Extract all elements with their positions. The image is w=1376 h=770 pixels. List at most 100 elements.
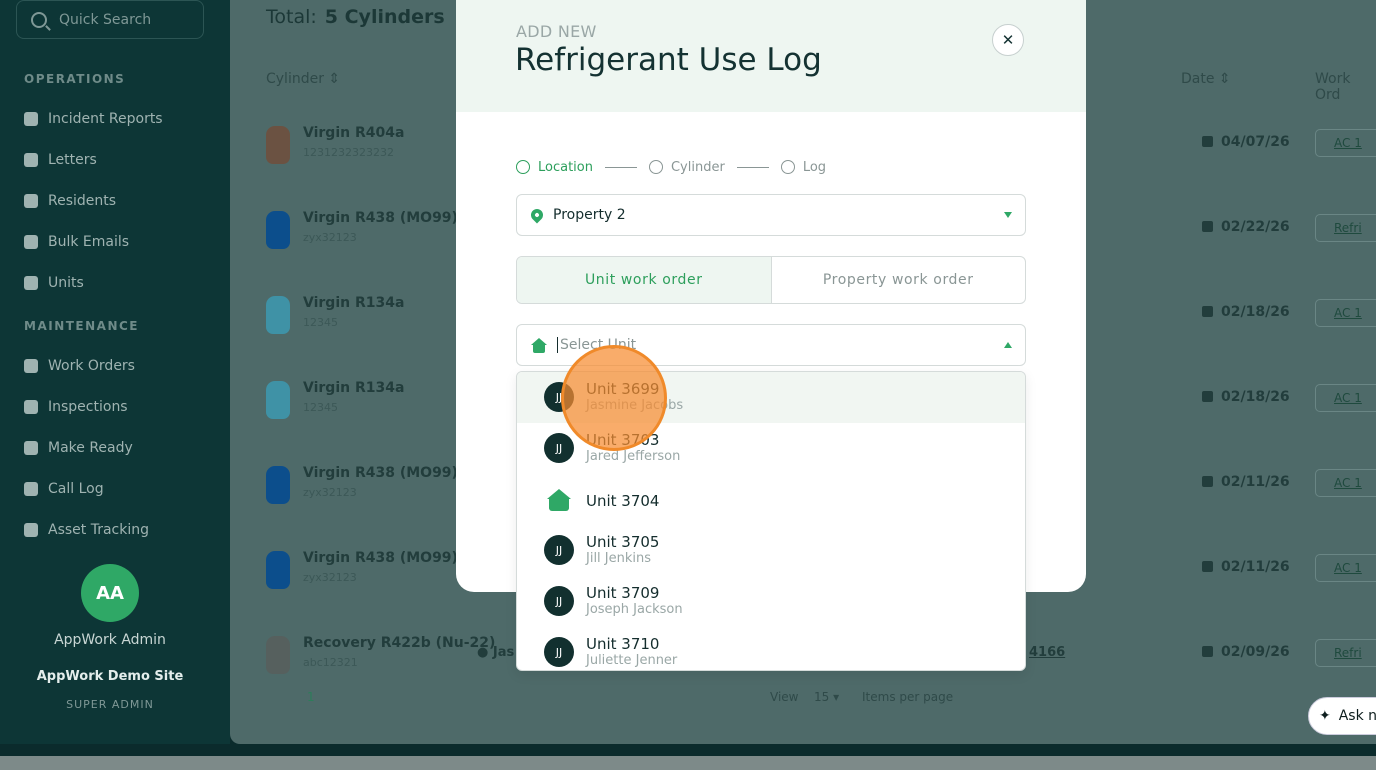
row-date: 02/22/26 bbox=[1202, 219, 1290, 235]
work-order-link[interactable]: AC 1 bbox=[1315, 299, 1376, 327]
sidebar: Quick Search OPERATIONS Incident Reports… bbox=[0, 0, 230, 770]
work-order-link[interactable]: AC 1 bbox=[1315, 469, 1376, 497]
nav-item-inspections[interactable]: Inspections bbox=[24, 399, 128, 415]
step-connector bbox=[604, 166, 637, 168]
work-order-link[interactable]: Refri bbox=[1315, 214, 1376, 242]
nav-item-residents[interactable]: Residents bbox=[24, 193, 116, 209]
total-label: Total: bbox=[266, 6, 317, 28]
cylinder-name: Recovery R422b (Nu-22) bbox=[303, 635, 496, 651]
step-dot-icon bbox=[780, 160, 795, 174]
nav-item-label: Call Log bbox=[48, 481, 104, 497]
letter-icon bbox=[24, 153, 38, 167]
column-header-date[interactable]: Date ⇕ bbox=[1181, 71, 1231, 87]
property-value: Property 2 bbox=[553, 207, 626, 223]
tab-property-work-order[interactable]: Property work order bbox=[772, 257, 1026, 303]
close-icon: ✕ bbox=[1001, 31, 1015, 49]
cylinder-name: Virgin R438 (MO99) bbox=[303, 550, 458, 566]
unit-option-3703[interactable]: JJ Unit 3703 Jared Jefferson bbox=[517, 423, 1025, 474]
view-label: View bbox=[770, 690, 799, 704]
unit-option-title: Unit 3705 bbox=[586, 533, 660, 551]
sort-icon: ⇕ bbox=[1218, 71, 1231, 87]
work-order-link[interactable]: Refri bbox=[1315, 639, 1376, 667]
column-header-label: Date bbox=[1181, 71, 1215, 87]
modal-eyebrow: ADD NEW bbox=[516, 22, 597, 41]
nav-item-units[interactable]: Units bbox=[24, 275, 84, 291]
unit-option-title: Unit 3710 bbox=[586, 635, 660, 653]
search-icon bbox=[31, 11, 47, 28]
location-pin-icon bbox=[528, 206, 546, 224]
cylinder-total: Total: 5 Cylinders bbox=[266, 6, 445, 28]
cylinder-code: 12345 bbox=[303, 316, 338, 329]
row-date: 02/11/26 bbox=[1202, 474, 1290, 490]
ask-assistant-button[interactable]: ✦ Ask n bbox=[1308, 697, 1376, 735]
quick-search-input[interactable]: Quick Search bbox=[16, 0, 204, 39]
unit-option-title: Unit 3699 bbox=[586, 380, 660, 398]
row-number-fragment[interactable]: 4166 bbox=[1029, 645, 1065, 660]
nav-item-letters[interactable]: Letters bbox=[24, 152, 97, 168]
per-page-value: 15 bbox=[814, 690, 830, 704]
cylinder-code: abc12321 bbox=[303, 656, 358, 669]
close-button[interactable]: ✕ bbox=[992, 24, 1024, 56]
step-log: Log bbox=[780, 159, 827, 175]
resident-avatar: JJ bbox=[544, 382, 574, 412]
resident-avatar: JJ bbox=[544, 433, 574, 463]
row-date: 02/11/26 bbox=[1202, 559, 1290, 575]
unit-option-resident: Jasmine Jacobs bbox=[586, 398, 684, 413]
unit-option-3709[interactable]: JJ Unit 3709 Joseph Jackson bbox=[517, 576, 1025, 627]
cylinder-name: Virgin R134a bbox=[303, 295, 405, 311]
per-page-label: Items per page bbox=[862, 690, 954, 704]
unit-select[interactable] bbox=[516, 324, 1026, 366]
unit-option-3699[interactable]: JJ Unit 3699 Jasmine Jacobs bbox=[517, 372, 1025, 423]
document-icon bbox=[24, 112, 38, 126]
pagination-page[interactable]: 1 bbox=[307, 690, 315, 704]
unit-option-3710[interactable]: JJ Unit 3710 Juliette Jenner bbox=[517, 627, 1025, 670]
nav-item-label: Inspections bbox=[48, 399, 128, 415]
asset-icon bbox=[24, 523, 38, 537]
row-resident-fragment: ● Jas bbox=[477, 645, 514, 660]
nav-item-label: Units bbox=[48, 275, 84, 291]
unit-option-title: Unit 3703 bbox=[586, 431, 660, 449]
row-date: 04/07/26 bbox=[1202, 134, 1290, 150]
cylinder-icon bbox=[266, 381, 290, 419]
column-header-cylinder[interactable]: Cylinder ⇕ bbox=[266, 71, 340, 87]
nav-item-work-orders[interactable]: Work Orders bbox=[24, 358, 135, 374]
step-label: Location bbox=[538, 159, 593, 175]
work-order-link[interactable]: AC 1 bbox=[1315, 384, 1376, 412]
unit-option-resident: Jill Jenkins bbox=[586, 551, 652, 566]
resident-avatar: JJ bbox=[544, 535, 574, 565]
step-dot-icon bbox=[648, 160, 663, 174]
unit-option-resident: Juliette Jenner bbox=[586, 653, 678, 668]
unit-dropdown: JJ Unit 3699 Jasmine Jacobs JJ Unit 3703… bbox=[516, 371, 1026, 671]
nav-item-make-ready[interactable]: Make Ready bbox=[24, 440, 133, 456]
tab-unit-work-order[interactable]: Unit work order bbox=[517, 257, 772, 303]
cylinder-icon bbox=[266, 211, 290, 249]
unit-search-input[interactable] bbox=[557, 337, 977, 353]
total-value: 5 Cylinders bbox=[324, 6, 445, 28]
person-icon: ● bbox=[477, 645, 489, 660]
property-select[interactable]: Property 2 bbox=[516, 194, 1026, 236]
user-avatar[interactable]: AA bbox=[81, 564, 139, 622]
calendar-icon bbox=[24, 441, 38, 455]
work-order-link[interactable]: AC 1 bbox=[1315, 554, 1376, 582]
nav-item-bulk-emails[interactable]: Bulk Emails bbox=[24, 234, 129, 250]
column-header-work-order[interactable]: Work Ord bbox=[1315, 71, 1376, 103]
nav-item-incident-reports[interactable]: Incident Reports bbox=[24, 111, 163, 127]
unit-option-3705[interactable]: JJ Unit 3705 Jill Jenkins bbox=[517, 525, 1025, 576]
user-name: AppWork Admin bbox=[54, 632, 166, 648]
resident-avatar: JJ bbox=[544, 586, 574, 616]
nav-item-call-log[interactable]: Call Log bbox=[24, 481, 104, 497]
cylinder-code: zyx32123 bbox=[303, 231, 357, 244]
modal-title: Refrigerant Use Log bbox=[515, 42, 822, 78]
nav-section-maintenance: MAINTENANCE bbox=[24, 319, 139, 333]
unit-option-3704[interactable]: Unit 3704 bbox=[517, 474, 1025, 525]
nav-item-asset-tracking[interactable]: Asset Tracking bbox=[24, 522, 149, 538]
step-label: Log bbox=[802, 159, 827, 175]
sort-icon: ⇕ bbox=[328, 71, 341, 87]
per-page-select[interactable]: 15 ▾ bbox=[814, 690, 839, 704]
work-order-link[interactable]: AC 1 bbox=[1315, 129, 1376, 157]
resident-name-fragment: Jas bbox=[492, 645, 515, 660]
nav-item-label: Letters bbox=[48, 152, 97, 168]
work-order-type-toggle: Unit work order Property work order bbox=[516, 256, 1026, 304]
step-location: Location bbox=[516, 160, 593, 175]
step-connector bbox=[736, 166, 769, 168]
